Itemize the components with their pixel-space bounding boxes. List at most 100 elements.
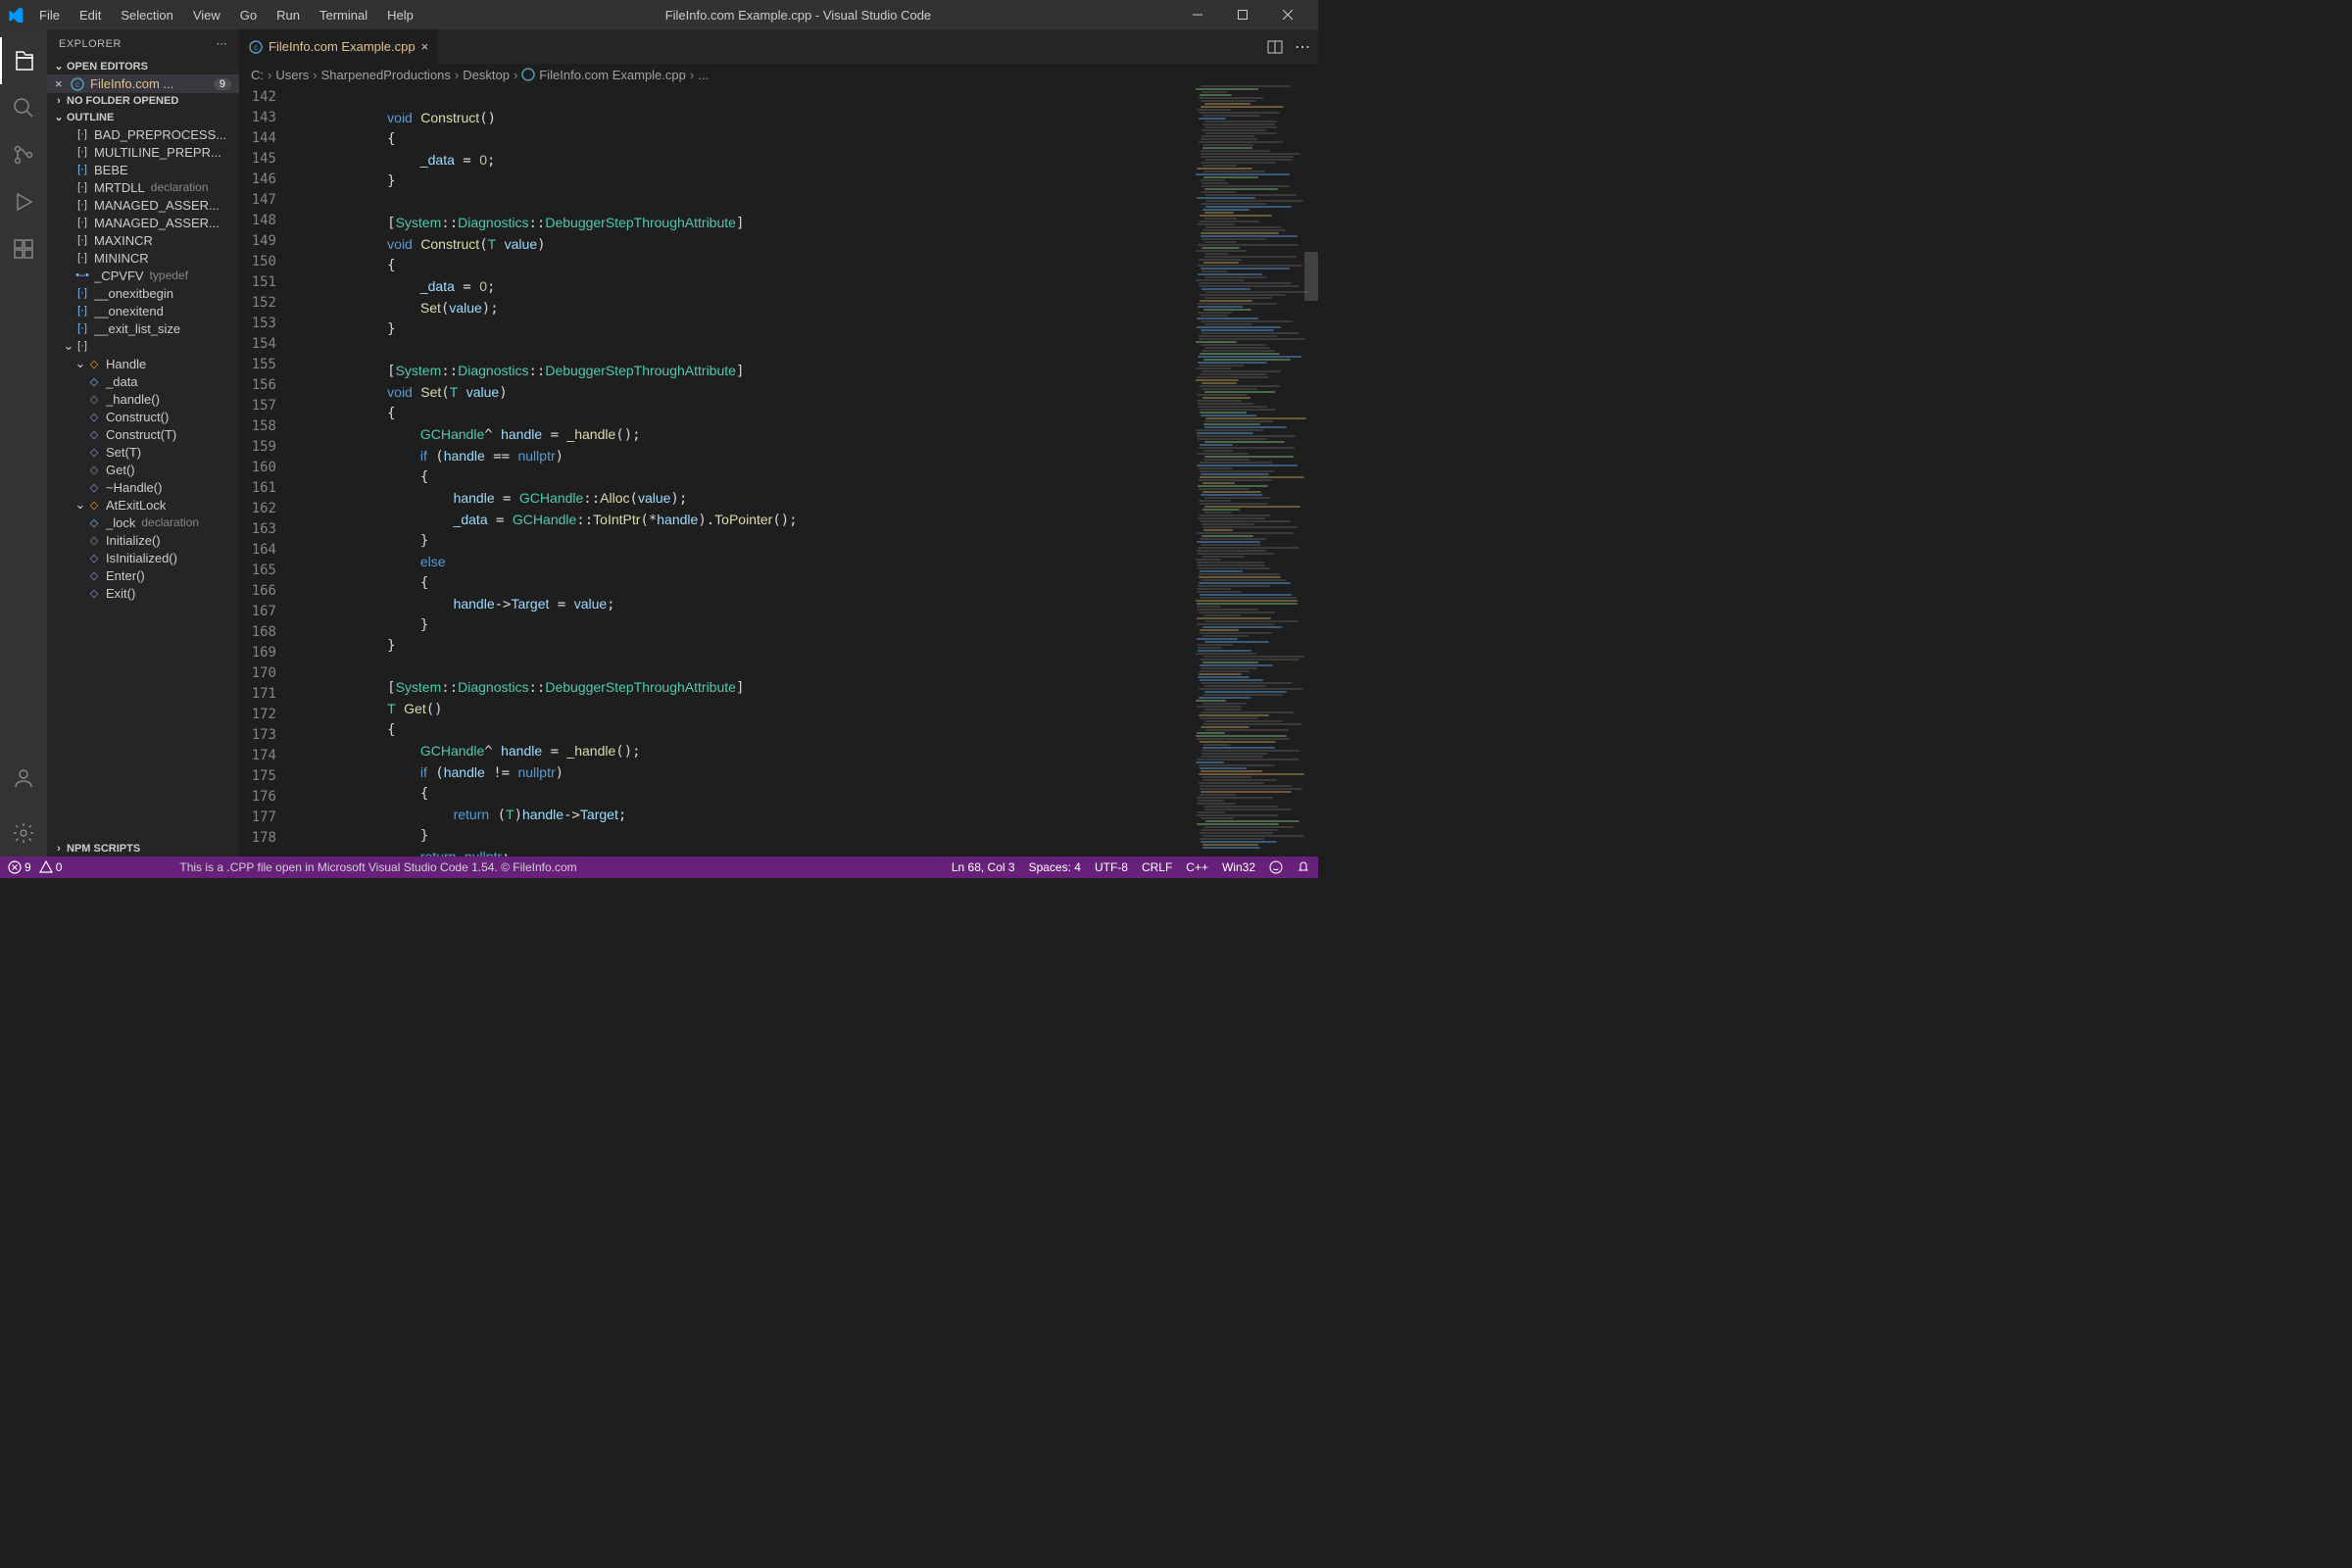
status-ln-col[interactable]: Ln 68, Col 3 xyxy=(952,860,1015,874)
close-icon[interactable]: × xyxy=(55,76,71,91)
outline-item[interactable]: [·]MANAGED_ASSER... xyxy=(47,196,239,214)
menu-view[interactable]: View xyxy=(185,4,228,26)
outline-item[interactable]: [·]MULTILINE_PREPR... xyxy=(47,143,239,161)
close-icon[interactable]: × xyxy=(421,39,429,54)
outline-item[interactable]: ◇Construct(T) xyxy=(47,425,239,443)
status-errors[interactable]: 9 xyxy=(8,860,31,874)
menu-file[interactable]: File xyxy=(31,4,68,26)
menu-selection[interactable]: Selection xyxy=(113,4,180,26)
run-debug-icon[interactable] xyxy=(0,178,47,225)
status-spaces[interactable]: Spaces: 4 xyxy=(1029,860,1081,874)
code-editor[interactable]: void Construct() { _data = 0; } [System:… xyxy=(288,85,1191,857)
maximize-button[interactable] xyxy=(1220,0,1265,29)
outline-item[interactable]: ◇Set(T) xyxy=(47,443,239,461)
menu-help[interactable]: Help xyxy=(379,4,421,26)
crumb[interactable]: Users xyxy=(275,68,309,82)
explorer-label: EXPLORER xyxy=(59,38,122,50)
bell-icon[interactable] xyxy=(1297,860,1310,874)
search-icon[interactable] xyxy=(0,84,47,131)
outline-item[interactable]: ◇Get() xyxy=(47,461,239,478)
section-label: NO FOLDER OPENED xyxy=(67,95,178,107)
outline-item[interactable]: ◇_lockdeclaration xyxy=(47,514,239,531)
outline-item[interactable]: [·]MAXINCR xyxy=(47,231,239,249)
outline-item[interactable]: [·]MININCR xyxy=(47,249,239,267)
tab-file[interactable]: c FileInfo.com Example.cpp × xyxy=(239,29,439,64)
explorer-icon[interactable] xyxy=(0,37,47,84)
settings-gear-icon[interactable] xyxy=(0,809,47,857)
accounts-icon[interactable] xyxy=(0,755,47,802)
outline-item[interactable]: [·]MRTDLLdeclaration xyxy=(47,178,239,196)
outline-header[interactable]: ⌄OUTLINE xyxy=(47,109,239,125)
more-icon[interactable]: ⋯ xyxy=(217,37,228,50)
outline-item[interactable]: ⌄◇Handle xyxy=(47,355,239,372)
more-icon[interactable]: ⋯ xyxy=(1295,37,1310,57)
cpp-file-icon xyxy=(521,68,535,81)
error-count: 9 xyxy=(24,860,31,874)
outline-item[interactable]: ◇Enter() xyxy=(47,566,239,584)
outline-item[interactable]: ⌄[·] xyxy=(47,337,239,355)
crumb[interactable]: FileInfo.com Example.cpp xyxy=(539,68,686,82)
menu-terminal[interactable]: Terminal xyxy=(312,4,375,26)
no-folder-header[interactable]: ›NO FOLDER OPENED xyxy=(47,93,239,109)
chevron-right-icon: › xyxy=(51,95,67,107)
section-label: NPM SCRIPTS xyxy=(67,843,140,855)
close-button[interactable] xyxy=(1265,0,1310,29)
outline-item[interactable]: [·]__onexitbegin xyxy=(47,284,239,302)
outline-item[interactable]: [·]__onexitend xyxy=(47,302,239,319)
crumb[interactable]: C: xyxy=(251,68,264,82)
minimap[interactable] xyxy=(1191,85,1318,857)
crumb[interactable]: SharpenedProductions xyxy=(321,68,451,82)
outline-item[interactable]: [·]MANAGED_ASSER... xyxy=(47,214,239,231)
minimap-viewport[interactable] xyxy=(1304,252,1318,301)
window-controls xyxy=(1175,0,1310,29)
outline-list: [·]BAD_PREPROCESS...[·]MULTILINE_PREPR..… xyxy=(47,125,239,841)
status-lang[interactable]: C++ xyxy=(1186,860,1208,874)
chevron-right-icon: › xyxy=(51,843,67,855)
activity-bar xyxy=(0,29,47,857)
editor-area: c FileInfo.com Example.cpp × ⋯ C:› Users… xyxy=(239,29,1318,857)
source-control-icon[interactable] xyxy=(0,131,47,178)
open-editor-item[interactable]: × c FileInfo.com ... 9 xyxy=(47,74,239,93)
status-message: This is a .CPP file open in Microsoft Vi… xyxy=(62,860,951,874)
outline-item[interactable]: ◇~Handle() xyxy=(47,478,239,496)
sidebar-title: EXPLORER ⋯ xyxy=(47,29,239,58)
outline-item[interactable]: ◇Construct() xyxy=(47,408,239,425)
menu-bar: File Edit Selection View Go Run Terminal… xyxy=(31,4,421,26)
split-editor-icon[interactable] xyxy=(1267,39,1283,55)
minimize-button[interactable] xyxy=(1175,0,1220,29)
extensions-icon[interactable] xyxy=(0,225,47,272)
outline-item[interactable]: ◇Exit() xyxy=(47,584,239,602)
outline-item[interactable]: ◇_handle() xyxy=(47,390,239,408)
line-number-gutter[interactable]: 142 143 144 145 146 147 148 149 150 151 … xyxy=(239,85,288,857)
menu-edit[interactable]: Edit xyxy=(72,4,109,26)
outline-item[interactable]: [·]__exit_list_size xyxy=(47,319,239,337)
cpp-file-icon: c xyxy=(249,40,263,54)
status-warnings[interactable]: 0 xyxy=(39,860,63,874)
open-editor-label: FileInfo.com ... xyxy=(90,76,210,91)
menu-run[interactable]: Run xyxy=(269,4,308,26)
outline-item[interactable]: ◇Initialize() xyxy=(47,531,239,549)
status-eol[interactable]: CRLF xyxy=(1142,860,1172,874)
outline-item[interactable]: •–•_CPVFVtypedef xyxy=(47,267,239,284)
feedback-icon[interactable] xyxy=(1269,860,1283,874)
status-os[interactable]: Win32 xyxy=(1222,860,1255,874)
svg-text:c: c xyxy=(254,43,258,52)
breadcrumbs[interactable]: C:› Users› SharpenedProductions› Desktop… xyxy=(239,64,1318,85)
npm-scripts-header[interactable]: ›NPM SCRIPTS xyxy=(47,841,239,857)
chevron-down-icon: ⌄ xyxy=(51,60,67,73)
outline-item[interactable]: ◇IsInitialized() xyxy=(47,549,239,566)
tab-label: FileInfo.com Example.cpp xyxy=(269,39,416,54)
section-label: OUTLINE xyxy=(67,112,114,123)
outline-item[interactable]: ⌄◇AtExitLock xyxy=(47,496,239,514)
open-editors-header[interactable]: ⌄OPEN EDITORS xyxy=(47,58,239,74)
cpp-file-icon: c xyxy=(71,77,86,91)
outline-item[interactable]: [·]BEBE xyxy=(47,161,239,178)
outline-item[interactable]: ◇_data xyxy=(47,372,239,390)
menu-go[interactable]: Go xyxy=(232,4,265,26)
editor-tabs: c FileInfo.com Example.cpp × ⋯ xyxy=(239,29,1318,64)
title-bar: File Edit Selection View Go Run Terminal… xyxy=(0,0,1318,29)
crumb[interactable]: Desktop xyxy=(463,68,510,82)
status-encoding[interactable]: UTF-8 xyxy=(1095,860,1128,874)
crumb[interactable]: ... xyxy=(698,68,709,82)
outline-item[interactable]: [·]BAD_PREPROCESS... xyxy=(47,125,239,143)
